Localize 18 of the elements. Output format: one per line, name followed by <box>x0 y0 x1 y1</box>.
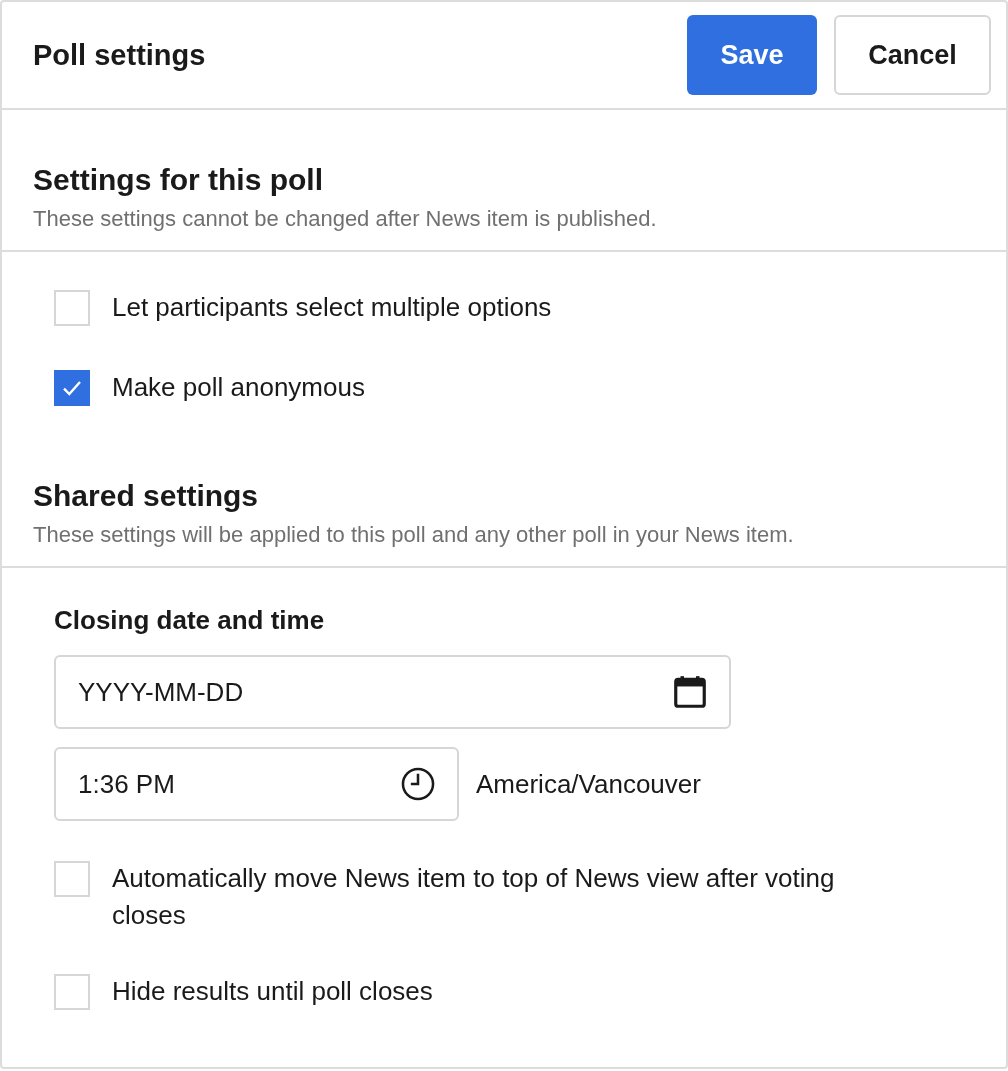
clock-icon[interactable] <box>399 765 437 803</box>
calendar-icon[interactable] <box>671 673 709 711</box>
save-button[interactable]: Save <box>687 15 817 95</box>
section-description: These settings cannot be changed after News item is published. <box>33 205 658 233</box>
section-heading: Settings for this poll <box>33 162 324 198</box>
checkbox-label: Let participants select multiple options <box>112 291 552 324</box>
checkbox-label: Automatically move News item to top of News view after voting closes <box>112 862 836 932</box>
checkbox-label: Make poll anonymous <box>112 371 365 404</box>
timezone-label: America/Vancouver <box>476 768 701 800</box>
section-description: These settings will be applied to this poll and any other poll in your News item. <box>33 521 795 549</box>
dialog-title: Poll settings <box>33 38 206 72</box>
field-label: Closing date and time <box>54 604 326 637</box>
time-field[interactable]: 1:36 PM <box>54 747 459 821</box>
checkbox-label: Hide results until poll closes <box>112 975 433 1008</box>
checkbox[interactable] <box>54 370 90 406</box>
date-field[interactable]: YYYY-MM-DD <box>54 655 731 729</box>
cancel-button[interactable]: Cancel <box>834 15 991 95</box>
section-heading: Shared settings <box>33 478 260 514</box>
